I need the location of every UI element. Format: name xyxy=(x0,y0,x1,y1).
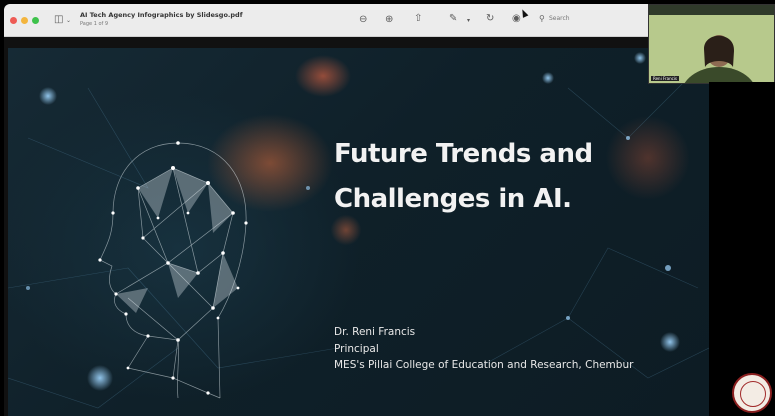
right-panel xyxy=(709,82,775,416)
window-close-button[interactable] xyxy=(10,17,17,24)
chevron-down-icon[interactable]: ⌄ xyxy=(66,16,71,26)
search-field[interactable]: ⚲ xyxy=(537,12,607,26)
presenter-role: Principal xyxy=(334,342,379,355)
presenter-organization: MES's Pillai College of Education and Re… xyxy=(334,359,634,371)
search-input[interactable] xyxy=(549,13,605,24)
zoom-in-icon[interactable]: ⊕ xyxy=(385,15,393,25)
preview-toolbar: ◫ ⌄ AI Tech Agency Infographics by Slide… xyxy=(4,4,709,37)
participant-name-label: Reni Francis xyxy=(651,76,680,81)
presenter-block: Dr. Reni Francis Principal MES's Pillai … xyxy=(334,324,633,374)
search-icon: ⚲ xyxy=(539,14,545,23)
window-maximize-button[interactable] xyxy=(32,17,39,24)
window-minimize-button[interactable] xyxy=(21,17,28,24)
slide-title: Future Trends and Challenges in AI. xyxy=(334,132,664,222)
page-indicator: Page 1 of 9 xyxy=(80,21,109,27)
college-logo-seal xyxy=(732,373,772,413)
document-title: AI Tech Agency Infographics by Slidesgo.… xyxy=(80,11,243,19)
preview-window: ◫ ⌄ AI Tech Agency Infographics by Slide… xyxy=(4,4,709,416)
zoom-out-icon[interactable]: ⊖ xyxy=(359,15,367,25)
markup-chevron-icon[interactable]: ▾ xyxy=(467,16,470,26)
presenter-name: Dr. Reni Francis xyxy=(334,326,416,338)
slide-title-line-2: Challenges in AI. xyxy=(334,184,572,214)
participant-video-feed xyxy=(684,35,754,83)
slide-canvas: Future Trends and Challenges in AI. Dr. … xyxy=(8,48,709,416)
slide-title-line-1: Future Trends and xyxy=(334,139,593,169)
sidebar-icon[interactable]: ◫ xyxy=(54,15,63,25)
share-icon[interactable]: ⇧ xyxy=(414,14,422,24)
markup-icon[interactable]: ✎ xyxy=(449,14,457,24)
rotate-icon[interactable]: ↻ xyxy=(486,14,494,24)
annotate-icon[interactable]: ◉ xyxy=(512,14,521,24)
participant-video-tile[interactable]: Reni Francis xyxy=(648,4,775,84)
